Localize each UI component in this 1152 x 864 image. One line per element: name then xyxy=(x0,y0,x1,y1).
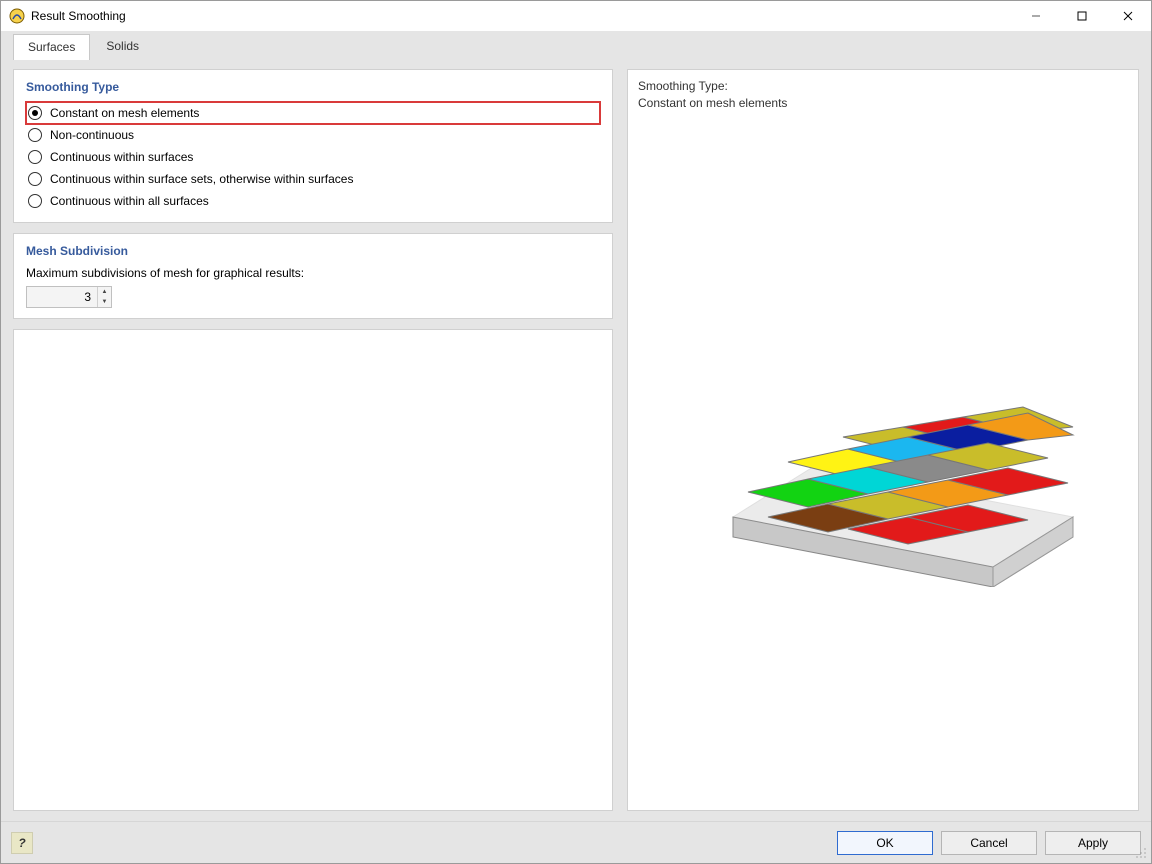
panel-empty xyxy=(13,329,613,811)
panel-title-smoothing: Smoothing Type xyxy=(26,80,600,94)
cancel-button[interactable]: Cancel xyxy=(941,831,1037,855)
maximize-button[interactable] xyxy=(1059,1,1105,31)
spinner-value: 3 xyxy=(27,287,97,307)
tab-solids[interactable]: Solids xyxy=(92,34,153,59)
radio-icon xyxy=(28,150,42,164)
radio-continuous-within-all-surfaces[interactable]: Continuous within all surfaces xyxy=(26,190,600,212)
app-icon xyxy=(9,8,25,24)
radio-icon xyxy=(28,128,42,142)
preview-value: Constant on mesh elements xyxy=(638,96,787,110)
titlebar: Result Smoothing xyxy=(1,1,1151,31)
preview-image xyxy=(638,112,1128,802)
preview-heading: Smoothing Type: xyxy=(638,79,728,93)
radio-continuous-within-surface-sets[interactable]: Continuous within surface sets, otherwis… xyxy=(26,168,600,190)
radio-label: Continuous within surfaces xyxy=(50,150,193,164)
radio-label: Constant on mesh elements xyxy=(50,106,199,120)
apply-button[interactable]: Apply xyxy=(1045,831,1141,855)
radio-non-continuous[interactable]: Non-continuous xyxy=(26,124,600,146)
tab-surfaces[interactable]: Surfaces xyxy=(13,34,90,60)
ok-button[interactable]: OK xyxy=(837,831,933,855)
mesh-subdivision-spinner[interactable]: 3 ▲ ▼ xyxy=(26,286,112,308)
panel-title-mesh: Mesh Subdivision xyxy=(26,244,600,258)
dialog-body: Smoothing Type Constant on mesh elements… xyxy=(1,59,1151,821)
radio-label: Continuous within surface sets, otherwis… xyxy=(50,172,353,186)
radio-icon xyxy=(28,194,42,208)
radio-label: Continuous within all surfaces xyxy=(50,194,209,208)
panel-preview: Smoothing Type: Constant on mesh element… xyxy=(627,69,1139,811)
window-title: Result Smoothing xyxy=(31,9,126,23)
radio-constant-on-mesh[interactable]: Constant on mesh elements xyxy=(26,102,600,124)
radio-icon xyxy=(28,172,42,186)
dialog-result-smoothing: Result Smoothing Surfaces Solids Smoothi… xyxy=(0,0,1152,864)
close-button[interactable] xyxy=(1105,1,1151,31)
tab-bar: Surfaces Solids xyxy=(1,31,1151,59)
panel-mesh-subdivision: Mesh Subdivision Maximum subdivisions of… xyxy=(13,233,613,319)
panel-smoothing-type: Smoothing Type Constant on mesh elements… xyxy=(13,69,613,223)
radio-label: Non-continuous xyxy=(50,128,134,142)
mesh-caption: Maximum subdivisions of mesh for graphic… xyxy=(26,266,600,280)
spinner-down-icon[interactable]: ▼ xyxy=(98,297,111,307)
minimize-button[interactable] xyxy=(1013,1,1059,31)
radio-icon xyxy=(28,106,42,120)
resize-grip-icon[interactable] xyxy=(1135,847,1147,859)
help-icon: ? xyxy=(18,836,25,850)
radio-continuous-within-surfaces[interactable]: Continuous within surfaces xyxy=(26,146,600,168)
help-button[interactable]: ? xyxy=(11,832,33,854)
spinner-up-icon[interactable]: ▲ xyxy=(98,287,111,297)
dialog-footer: ? OK Cancel Apply xyxy=(1,821,1151,863)
